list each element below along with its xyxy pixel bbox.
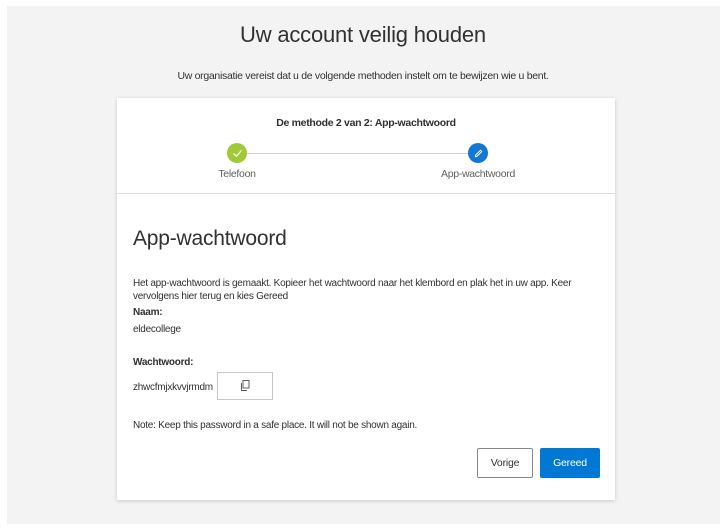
name-label: Naam: xyxy=(133,307,163,318)
password-note: Note: Keep this password in a safe place… xyxy=(133,420,418,431)
copy-icon xyxy=(240,380,249,391)
step-telefoon-label: Telefoon xyxy=(218,168,256,180)
password-value: zhwcfmjxkvvjrmdm xyxy=(133,382,213,393)
page-subtitle: Uw organisatie vereist dat u de volgende… xyxy=(177,70,549,82)
section-heading: App-wachtwoord xyxy=(133,227,287,250)
page-title: Uw account veilig houden xyxy=(240,22,486,47)
stepper-title: De methode 2 van 2: App-wachtwoord xyxy=(276,117,456,129)
stepper-connector xyxy=(246,153,474,154)
instruction-text: Het app-wachtwoord is gemaakt. Kopieer h… xyxy=(133,278,572,302)
copy-password-button[interactable] xyxy=(217,372,273,400)
step-app-wachtwoord-label: App-wachtwoord xyxy=(440,168,515,180)
done-button[interactable]: Gereed xyxy=(540,448,600,478)
setup-card: De methode 2 van 2: App-wachtwoord Telef… xyxy=(117,98,615,500)
name-value: eldecollege xyxy=(133,324,181,335)
back-button[interactable]: Vorige xyxy=(477,448,533,478)
stepper: De methode 2 van 2: App-wachtwoord Telef… xyxy=(117,98,615,194)
step-telefoon-indicator xyxy=(227,143,247,163)
checkmark-icon xyxy=(232,149,242,157)
pencil-icon xyxy=(474,149,482,157)
step-app-wachtwoord-indicator xyxy=(468,143,488,163)
password-label: Wachtwoord: xyxy=(133,357,194,368)
